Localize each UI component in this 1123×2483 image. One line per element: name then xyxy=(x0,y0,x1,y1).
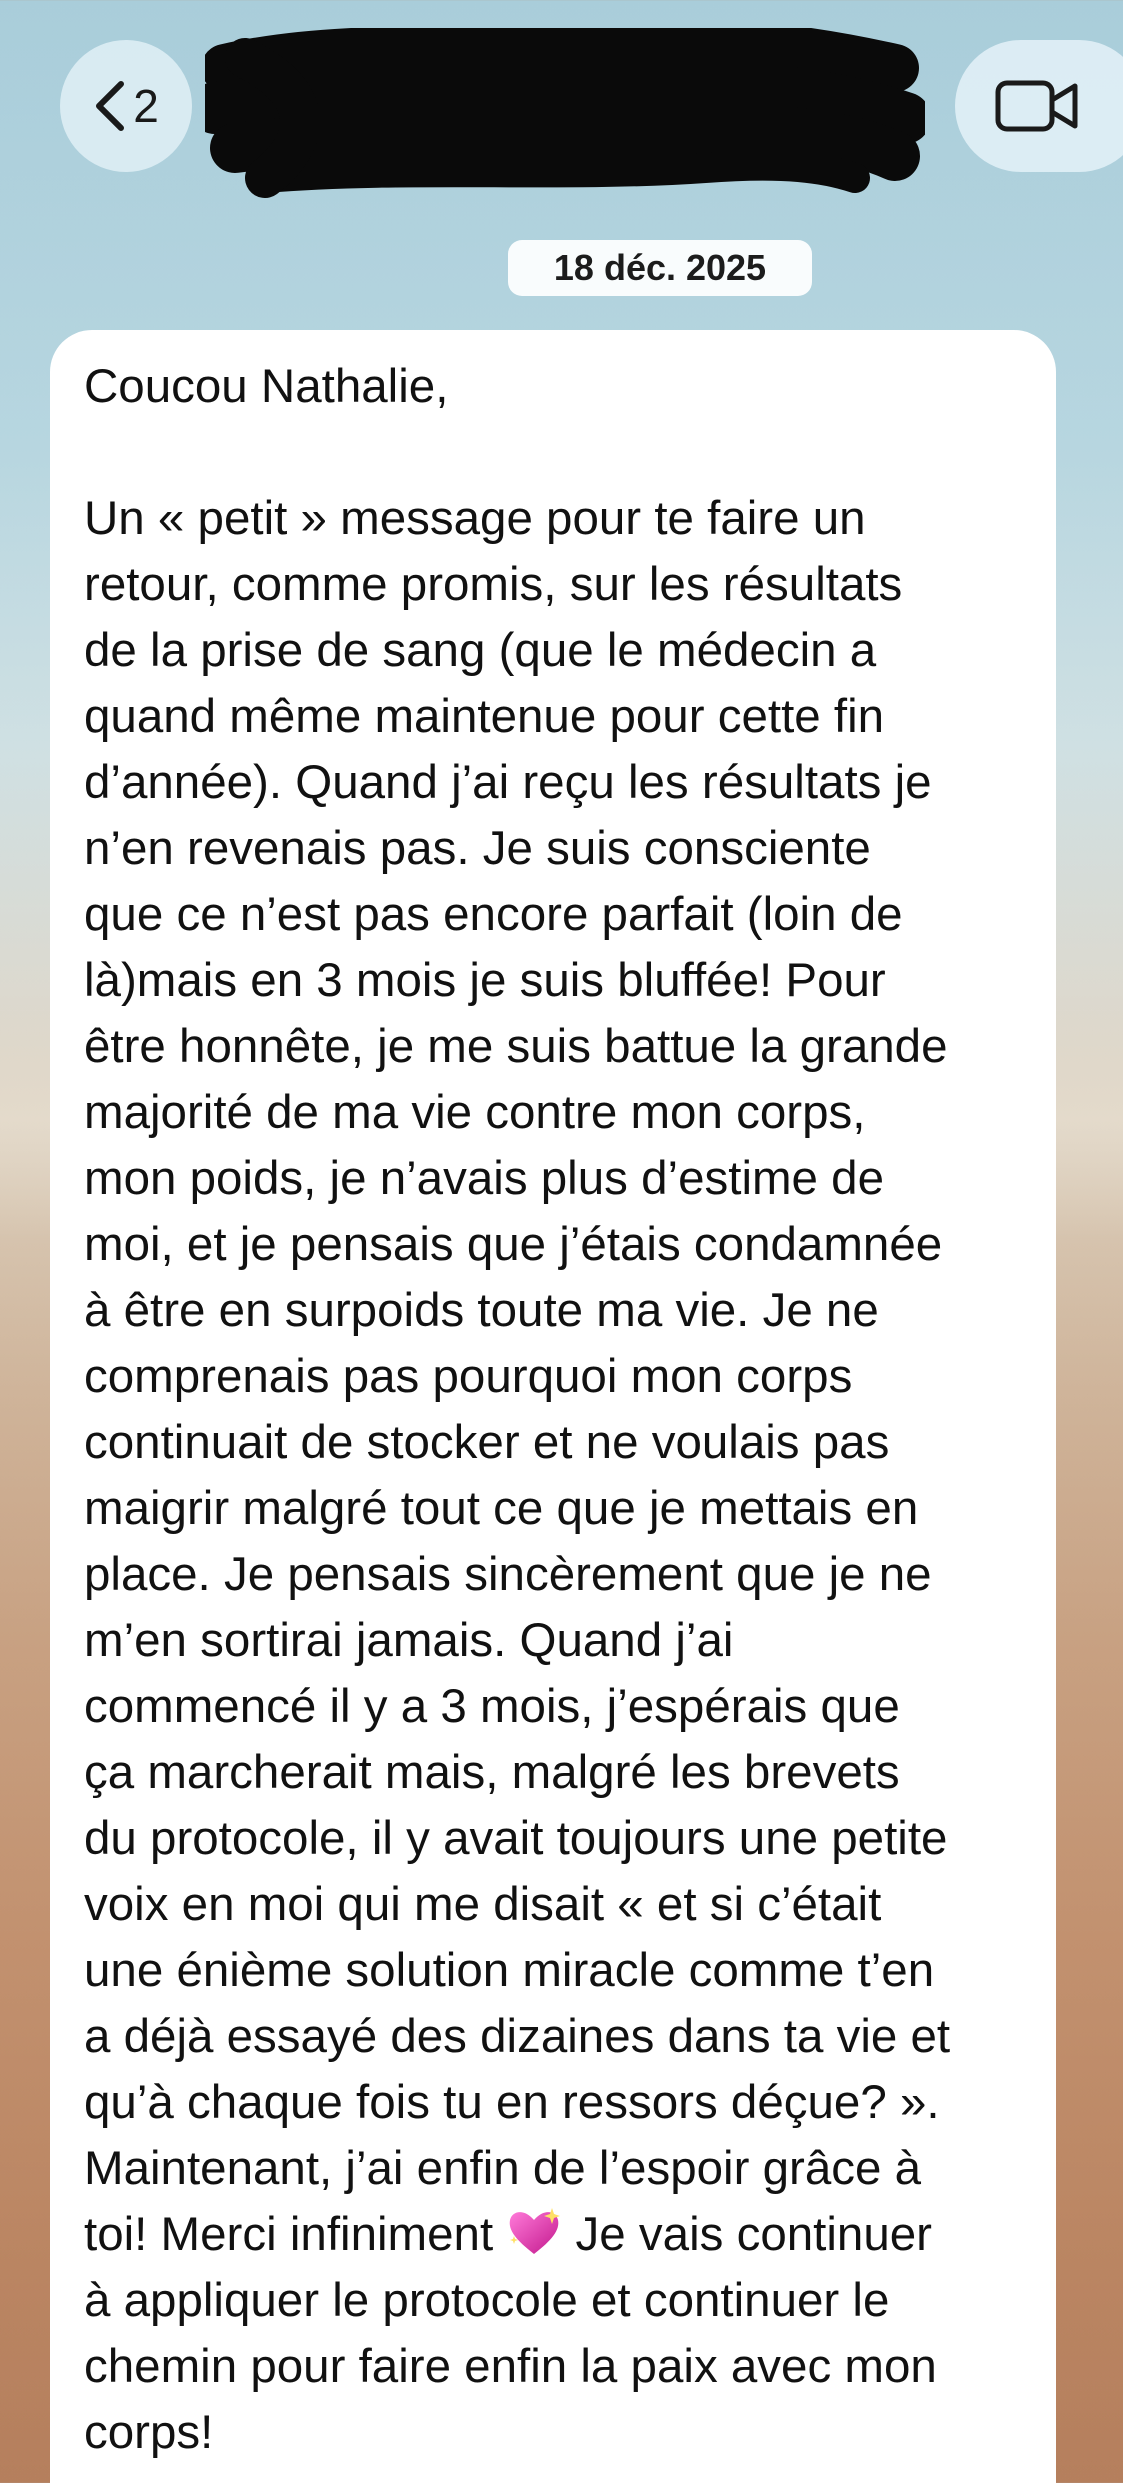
message-line: une énième solution miracle comme t’en xyxy=(84,1944,935,1997)
message-line: là)mais en 3 mois je suis bluffée! Pour xyxy=(84,954,886,1007)
contact-header[interactable]: +4179 384 71 24 xyxy=(205,28,925,198)
message-text-fragment: Je vais continuer xyxy=(562,2208,932,2261)
unread-count: 2 xyxy=(133,80,159,132)
message-text-fragment: toi! Merci infiniment xyxy=(84,2208,507,2261)
message-line: majorité de ma vie contre mon corps, xyxy=(84,1086,866,1139)
message-line: chemin pour faire enfin la paix avec mon xyxy=(84,2340,937,2393)
message-line: voix en moi qui me disait « et si c’étai… xyxy=(84,1878,882,1931)
message-line: Coucou Nathalie, xyxy=(84,360,449,413)
message-line: Un « petit » message pour te faire un xyxy=(84,492,866,545)
video-call-button[interactable] xyxy=(955,40,1123,172)
message-line: mon poids, je n’avais plus d’estime de xyxy=(84,1152,885,1205)
message-line: n’en revenais pas. Je suis consciente xyxy=(84,822,871,875)
message-line: commencé il y a 3 mois, j’espérais que xyxy=(84,1680,900,1733)
message-line: que ce n’est pas encore parfait (loin de xyxy=(84,888,903,941)
message-line: retour, comme promis, sur les résultats xyxy=(84,558,903,611)
message-line: du protocole, il y avait toujours une pe… xyxy=(84,1812,948,1865)
message-line: continuait de stocker et ne voulais pas xyxy=(84,1416,890,1469)
message-line: maigrir malgré tout ce que je mettais en xyxy=(84,1482,919,1535)
message-line: d’année). Quand j’ai reçu les résultats … xyxy=(84,756,932,809)
message-text: Coucou Nathalie, Un « petit » message pou… xyxy=(84,354,1022,2202)
message-line: à appliquer le protocole et continuer le xyxy=(84,2274,890,2327)
message-line: ça marcherait mais, malgré les brevets xyxy=(84,1746,900,1799)
message-line: moi, et je pensais que j’étais condamnée xyxy=(84,1218,943,1271)
message-line: quand même maintenue pour cette fin xyxy=(84,690,885,743)
message-line: corps! xyxy=(84,2406,214,2459)
message-line: être honnête, je me suis battue la grand… xyxy=(84,1020,948,1073)
message-line: comprenais pas pourquoi mon corps xyxy=(84,1350,853,1403)
message-line: place. Je pensais sincèrement que je ne xyxy=(84,1548,932,1601)
redaction-scribble xyxy=(205,28,925,198)
message-text-end: à appliquer le protocole et continuer le… xyxy=(84,2268,1022,2466)
back-button[interactable]: 2 xyxy=(60,40,192,172)
sparkling-heart-icon xyxy=(510,2208,561,2254)
message-line-emoji: toi! Merci infiniment Je vais continuer xyxy=(84,2202,1022,2268)
message-line: à être en surpoids toute ma vie. Je ne xyxy=(84,1284,879,1337)
message-line: m’en sortirai jamais. Quand j’ai xyxy=(84,1614,734,1667)
message-line: a déjà essayé des dizaines dans ta vie e… xyxy=(84,2010,951,2063)
message-line: qu’à chaque fois tu en ressors déçue? ». xyxy=(84,2076,940,2129)
message-line: de la prise de sang (que le médecin a xyxy=(84,624,877,677)
video-camera-icon xyxy=(995,80,1078,132)
chevron-left-icon xyxy=(96,81,125,131)
message-line: Maintenant, j’ai enfin de l’espoir grâce… xyxy=(84,2142,922,2195)
message-line xyxy=(84,420,1022,486)
message-bubble[interactable]: Coucou Nathalie, Un « petit » message pou… xyxy=(50,330,1056,2483)
date-separator: 18 déc. 2025 xyxy=(508,240,812,296)
